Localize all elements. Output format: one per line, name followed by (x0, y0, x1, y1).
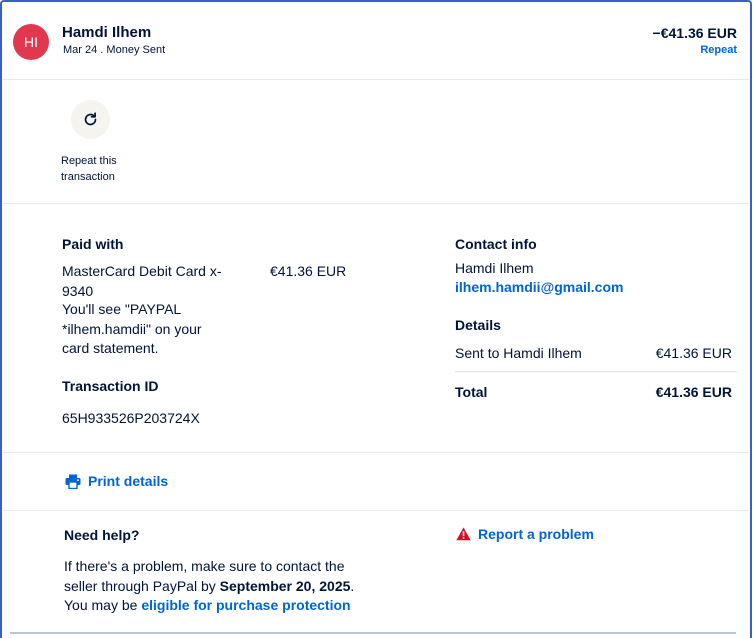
bottom-divider (10, 632, 736, 634)
sent-to-amount: €41.36 EUR (655, 345, 732, 361)
contact-email-link[interactable]: ilhem.hamdii@gmail.com (455, 278, 623, 298)
printer-icon (65, 474, 81, 489)
repeat-transaction-label[interactable]: Repeat this transaction (61, 153, 151, 185)
avatar: HI (13, 24, 49, 60)
transaction-amount: −€41.36 EUR (652, 25, 737, 41)
details-title: Details (455, 317, 501, 333)
purchase-protection-link[interactable]: eligible for purchase protection (141, 597, 350, 613)
print-details-label: Print details (88, 473, 169, 489)
repeat-transaction-button[interactable] (71, 100, 110, 139)
statement-note: You'll see "PAYPAL *ilhem.hamdii" on you… (62, 301, 202, 357)
transaction-id: 65H933526P203724X (62, 410, 200, 426)
help-text: If there's a problem, make sure to conta… (64, 557, 364, 616)
help-section: Need help? If there's a problem, make su… (2, 511, 750, 638)
transaction-id-title: Transaction ID (62, 378, 159, 394)
contact-name: Hamdi Ilhem (455, 260, 534, 276)
refresh-icon (84, 112, 97, 126)
report-problem-button[interactable]: Report a problem (456, 526, 594, 542)
recipient-name: Hamdi Ilhem (62, 24, 152, 41)
transaction-detail-card: HI Hamdi Ilhem Mar 24 . Money Sent −€41.… (0, 0, 752, 638)
transaction-subline: Mar 24 . Money Sent (63, 44, 165, 56)
need-help-title: Need help? (64, 527, 140, 543)
payment-amount: €41.36 EUR (270, 263, 347, 279)
details-section: Paid with MasterCard Debit Card x-9340 €… (2, 204, 750, 453)
warning-icon (456, 527, 471, 541)
transaction-header: HI Hamdi Ilhem Mar 24 . Money Sent −€41.… (2, 2, 750, 80)
help-deadline: September 20, 2025 (219, 577, 351, 594)
contact-info-title: Contact info (455, 236, 537, 252)
payment-card: MasterCard Debit Card x-9340 (62, 263, 222, 299)
total-label: Total (455, 384, 488, 400)
repeat-section: Repeat this transaction (2, 80, 750, 204)
total-amount: €41.36 EUR (655, 384, 732, 400)
print-details-button[interactable]: Print details (65, 473, 168, 489)
sent-to-label: Sent to Hamdi Ilhem (455, 345, 582, 361)
print-section: Print details (2, 453, 750, 511)
report-problem-label: Report a problem (478, 526, 594, 542)
transaction-date: Mar 24 (63, 44, 98, 56)
details-divider (455, 371, 737, 372)
paid-with-title: Paid with (62, 236, 124, 252)
repeat-link[interactable]: Repeat (700, 44, 737, 56)
transaction-type: Money Sent (106, 44, 166, 56)
